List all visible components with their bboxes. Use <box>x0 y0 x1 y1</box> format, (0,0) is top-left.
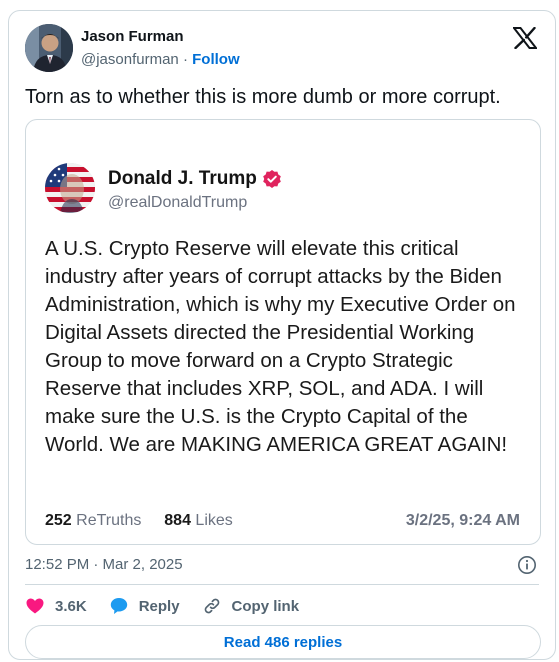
author-handle[interactable]: @jasonfurman <box>81 51 179 68</box>
divider <box>25 584 539 585</box>
follow-button[interactable]: Follow <box>192 51 240 68</box>
retruths-label: ReTruths <box>76 512 142 529</box>
verified-badge-icon <box>263 170 281 188</box>
read-replies-label: Read 486 replies <box>223 633 343 651</box>
like-button[interactable]: 3.6K <box>25 596 87 616</box>
info-icon[interactable] <box>517 555 537 575</box>
tweet-embed-card: Jason Furman @jasonfurman · Follow Torn … <box>8 10 556 660</box>
quoted-post-image[interactable]: Donald J. Trump @realDonaldTrump A U.S. … <box>25 119 541 545</box>
quoted-author-row: Donald J. Trump <box>108 168 282 190</box>
flag-portrait-avatar-icon <box>45 163 95 213</box>
like-count: 3.6K <box>55 597 87 615</box>
quoted-author-handle: @realDonaldTrump <box>108 194 248 211</box>
separator-dot: · <box>182 51 188 68</box>
heart-icon <box>26 598 44 614</box>
tweet-text: Torn as to whether this is more dumb or … <box>25 86 501 108</box>
speech-bubble-icon <box>110 598 127 614</box>
author-info: Jason Furman @jasonfurman · Follow <box>81 27 240 70</box>
reply-button[interactable]: Reply <box>109 596 180 616</box>
author-avatar[interactable] <box>25 24 73 72</box>
quoted-post-stats: 252 ReTruths 884 Likes <box>45 512 233 530</box>
copy-link-label: Copy link <box>231 597 300 615</box>
copy-link-button[interactable]: Copy link <box>202 596 300 616</box>
tweet-timestamp[interactable]: 12:52 PM · Mar 2, 2025 <box>25 556 183 573</box>
read-replies-button[interactable]: Read 486 replies <box>25 625 541 659</box>
likes-label: Likes <box>195 512 233 529</box>
person-avatar-icon <box>25 24 73 72</box>
link-icon <box>204 598 219 614</box>
reply-label: Reply <box>138 597 180 615</box>
action-bar: 3.6K Reply Copy link <box>25 595 321 617</box>
quoted-post-body: A U.S. Crypto Reserve will elevate this … <box>45 237 516 456</box>
likes-count: 884 <box>164 512 191 529</box>
author-subline: @jasonfurman · Follow <box>81 50 240 70</box>
retruths-count: 252 <box>45 512 72 529</box>
quoted-author-avatar <box>45 163 95 213</box>
x-logo-icon[interactable] <box>513 27 537 49</box>
author-name[interactable]: Jason Furman <box>81 27 240 47</box>
quoted-post-date: 3/2/25, 9:24 AM <box>405 512 520 529</box>
quoted-author-name: Donald J. Trump <box>108 168 257 189</box>
